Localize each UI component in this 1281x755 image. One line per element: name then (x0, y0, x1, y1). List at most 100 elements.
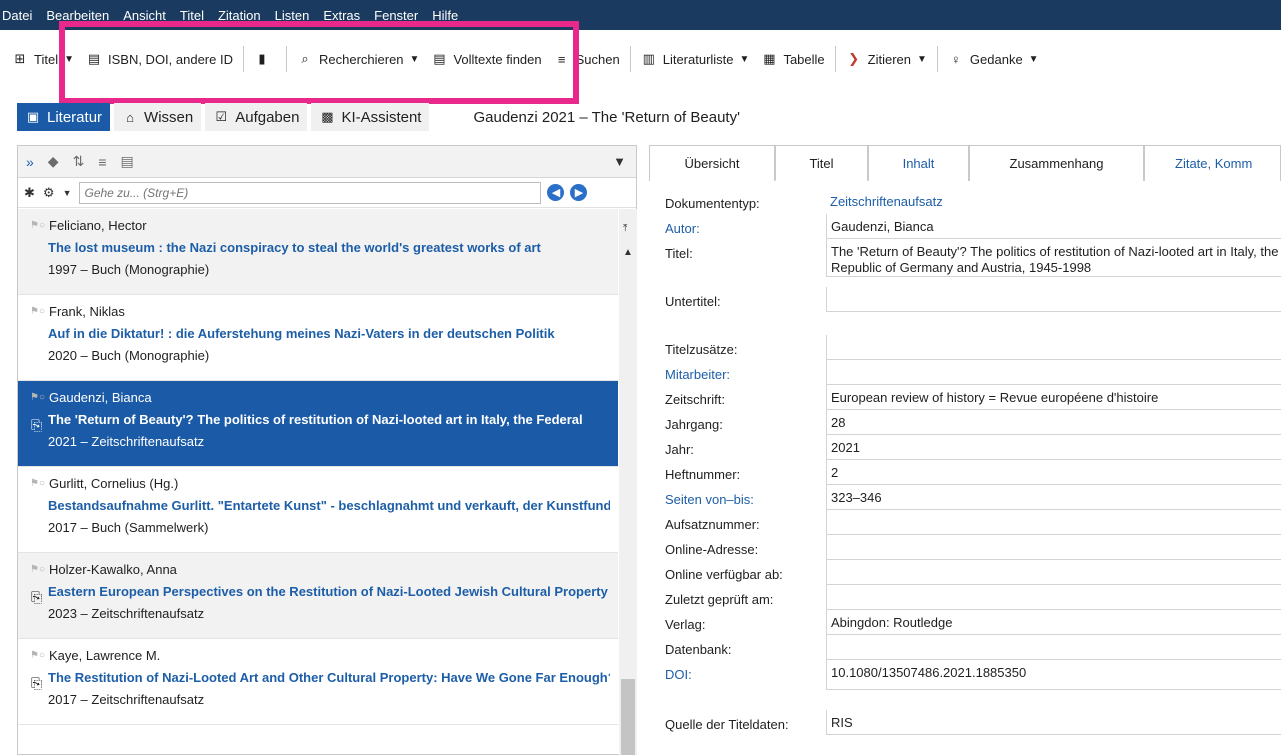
tabelle-button[interactable]: ▦ Tabelle (755, 44, 830, 74)
list-item[interactable]: ⚑○ Frank, Niklas Auf in die Diktatur! : d… (18, 295, 618, 381)
field-mitarbeiter: Mitarbeiter: (649, 360, 1281, 385)
chevron-down-icon: ▼ (739, 53, 750, 65)
mitarbeiter-field[interactable] (826, 360, 1281, 385)
gear-icon[interactable]: ✱ (24, 185, 35, 201)
zeitschrift-field[interactable]: European review of history = Revue europ… (826, 385, 1281, 410)
field-label: Zuletzt geprüft am: (665, 592, 774, 607)
list-toolbar: » ◆ ⇅ ≡ ▤ ▼ (18, 146, 636, 178)
online-ab-field[interactable] (826, 560, 1281, 585)
menu-fenster[interactable]: Fenster (374, 8, 418, 23)
datenbank-field[interactable] (826, 635, 1281, 660)
tab-zitate[interactable]: Zitate, Komm (1144, 145, 1281, 181)
menu-hilfe[interactable]: Hilfe (432, 8, 458, 23)
tab-ki-assistent[interactable]: ▩ KI-Assistent (311, 103, 430, 131)
previous-arrow-icon[interactable]: ◀ (547, 184, 565, 201)
isbn-button[interactable]: ▤ ISBN, DOI, andere ID (80, 44, 239, 74)
quelle-field[interactable]: RIS (826, 710, 1281, 735)
trash-icon: ▮ (258, 51, 266, 66)
flag-icon[interactable]: ⚑○ (30, 306, 45, 317)
scroll-to-top-icon[interactable]: ⤒ (623, 223, 627, 234)
item-title: Bestandsaufnahme Gurlitt. "Entartete Kun… (48, 498, 610, 513)
flag-icon[interactable]: ⚑○ (30, 478, 45, 489)
menu-zitation[interactable]: Zitation (218, 8, 261, 23)
titelzusaetze-field[interactable] (826, 335, 1281, 360)
zitieren-button[interactable]: ❯ Zitieren ▼ (840, 44, 933, 74)
suchen-button[interactable]: ≡ Suchen (548, 44, 626, 74)
field-verlag: Verlag: Abingdon: Routledge (649, 610, 1281, 635)
scroll-up-icon[interactable]: ▲ (623, 247, 633, 258)
zitieren-label: Zitieren (867, 51, 911, 67)
flag-icon[interactable]: ⚑○ (30, 220, 45, 231)
flag-icon[interactable]: ⚑○ (30, 564, 45, 575)
delete-button[interactable]: ▮ (248, 44, 282, 74)
seiten-field[interactable]: 323–346 (826, 485, 1281, 510)
tab-titel[interactable]: Titel (775, 145, 868, 181)
flag-icon[interactable]: ⚑○ (30, 650, 45, 661)
list-item[interactable]: ⚑○ Feliciano, Hector The lost museum : th… (18, 209, 618, 295)
untertitel-field[interactable] (826, 287, 1281, 312)
menu-titel[interactable]: Titel (180, 8, 204, 23)
item-meta: 2020 – Buch (Monographie) (48, 348, 210, 363)
field-label-link[interactable]: DOI: (649, 660, 826, 682)
selection-icon[interactable]: ▤ (120, 153, 133, 170)
field-label-link[interactable]: Autor: (649, 214, 826, 236)
menu-extras[interactable]: Extras (323, 8, 360, 23)
list-scrollbar[interactable]: ⤒ ▲ (619, 209, 637, 755)
scrollbar-thumb[interactable] (621, 679, 635, 755)
field-label-link[interactable]: Seiten von–bis: (649, 485, 826, 507)
tab-literatur[interactable]: ▣ Literatur (17, 103, 111, 131)
aufsatznummer-field[interactable] (826, 510, 1281, 535)
field-heftnummer: Heftnummer: 2 (649, 460, 1281, 485)
tab-wissen-label: Wissen (144, 108, 194, 126)
menu-ansicht[interactable]: Ansicht (123, 8, 166, 23)
field-datenbank: Datenbank: (649, 635, 1281, 660)
flag-icon[interactable]: ⚑○ (30, 392, 45, 403)
dokumententyp-link[interactable]: Zeitschriftenaufsatz (826, 189, 1281, 214)
isbn-label: ISBN, DOI, andere ID (107, 51, 233, 67)
search-options-icon[interactable]: ⚙ (43, 185, 55, 201)
menu-datei[interactable]: Datei (2, 8, 32, 23)
menu-listen[interactable]: Listen (275, 8, 310, 23)
jahr-field[interactable]: 2021 (826, 435, 1281, 460)
tab-inhalt[interactable]: Inhalt (868, 145, 969, 181)
list-item-selected[interactable]: ⚑○ Gaudenzi, Bianca ⎘ The 'Return of Beau… (18, 381, 618, 467)
online-adresse-field[interactable] (826, 535, 1281, 560)
titel-line-2: Republic of Germany and Austria, 1945-19… (831, 260, 1092, 275)
list-item[interactable]: ⚑○ Holzer-Kawalko, Anna ⎘ Eastern Europea… (18, 553, 618, 639)
recherchieren-button[interactable]: ⌕ Recherchieren ▼ (291, 44, 425, 74)
field-zeitschrift: Zeitschrift: European review of history … (649, 385, 1281, 410)
item-title: Eastern European Perspectives on the Res… (48, 584, 608, 599)
tab-wissen[interactable]: ⌂ Wissen (114, 103, 202, 131)
verlag-field[interactable]: Abingdon: Routledge (826, 610, 1281, 635)
quote-icon: ❯ (848, 51, 860, 66)
sort-icon[interactable]: ⇅ (73, 153, 85, 170)
geprueft-field[interactable] (826, 585, 1281, 610)
field-label: Titelzusätze: (665, 342, 738, 357)
field-label: Zeitschrift: (665, 392, 725, 407)
group-icon[interactable]: ◆ (48, 153, 59, 170)
doi-field[interactable]: 10.1080/13507486.2021.1885350 (826, 660, 1281, 690)
chevron-down-icon[interactable]: ▼ (63, 188, 72, 198)
tab-uebersicht[interactable]: Übersicht (649, 145, 775, 181)
tab-zusammenhang[interactable]: Zusammenhang (969, 145, 1144, 181)
literaturliste-button[interactable]: ▥ Literaturliste ▼ (635, 44, 756, 74)
heftnummer-field[interactable]: 2 (826, 460, 1281, 485)
tab-aufgaben[interactable]: ☑ Aufgaben (205, 103, 308, 131)
gedanke-button[interactable]: ♀ Gedanke ▼ (942, 44, 1045, 74)
volltexte-button[interactable]: ▤ Volltexte finden (425, 44, 547, 74)
list-item[interactable]: ⚑○ Gurlitt, Cornelius (Hg.) Bestandsaufna… (18, 467, 618, 553)
menu-bar: Datei Bearbeiten Ansicht Titel Zitation … (0, 0, 1281, 30)
autor-field[interactable]: Gaudenzi, Bianca (826, 214, 1281, 239)
field-label: Datenbank: (665, 642, 732, 657)
goto-input[interactable] (79, 181, 542, 204)
jahrgang-field[interactable]: 28 (826, 410, 1281, 435)
menu-bearbeiten[interactable]: Bearbeiten (46, 8, 109, 23)
field-label-link[interactable]: Mitarbeiter: (649, 360, 826, 382)
expand-icon[interactable]: » (26, 154, 34, 170)
sort-order-icon[interactable]: ≡ (98, 154, 106, 170)
titel-field[interactable]: The 'Return of Beauty'? The politics of … (826, 239, 1281, 277)
filter-icon[interactable]: ▼ (613, 154, 626, 169)
new-title-button[interactable]: ⊞ Titel ▼ (6, 44, 80, 74)
list-item[interactable]: ⚑○ Kaye, Lawrence M. ⎘ The Restitution of… (18, 639, 618, 725)
next-arrow-icon[interactable]: ▶ (570, 184, 588, 201)
